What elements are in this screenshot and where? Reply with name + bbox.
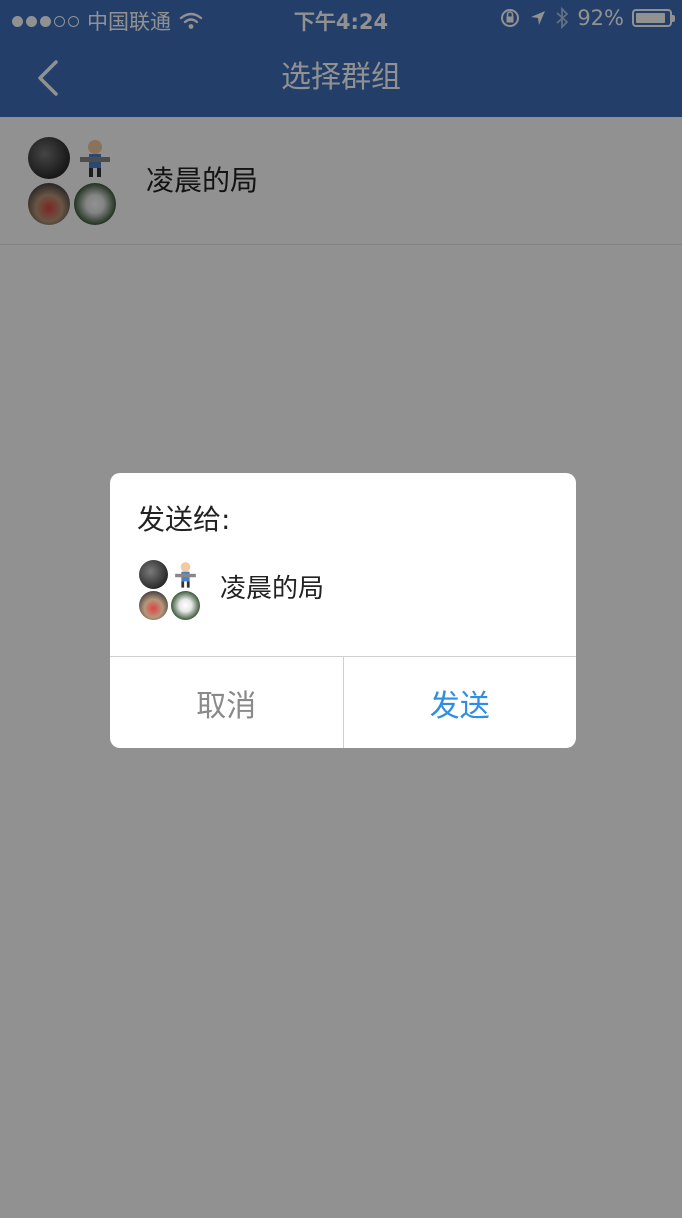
member-avatar bbox=[171, 560, 200, 589]
cartoon-figure-icon bbox=[175, 562, 196, 588]
member-avatar bbox=[171, 591, 200, 620]
recipient-avatar bbox=[139, 560, 201, 620]
send-dialog: 发送给: 凌晨的局 取消 发送 bbox=[110, 473, 576, 748]
recipient-name: 凌晨的局 bbox=[220, 574, 325, 604]
dialog-button-row: 取消 发送 bbox=[110, 656, 576, 748]
member-avatar bbox=[139, 591, 168, 620]
send-button[interactable]: 发送 bbox=[344, 657, 577, 748]
member-avatar bbox=[139, 560, 168, 589]
screen: 中国联通 下午4:24 92% 选择群组 凌晨的局 发送给: 凌晨的局 取消 发… bbox=[0, 0, 682, 1218]
cancel-button[interactable]: 取消 bbox=[110, 657, 344, 748]
dialog-title: 发送给: bbox=[137, 503, 231, 536]
